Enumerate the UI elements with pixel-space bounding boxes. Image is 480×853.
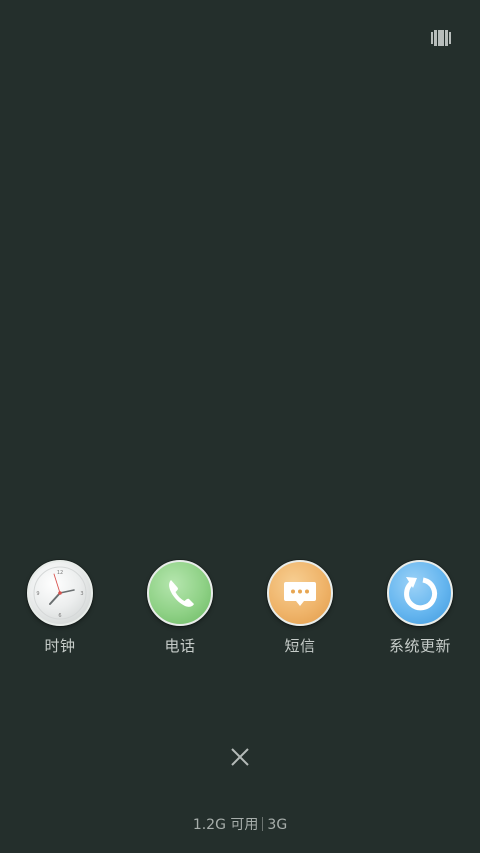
update-icon xyxy=(387,560,453,626)
clock-num-12: 12 xyxy=(57,570,63,576)
app-label-system-update: 系统更新 xyxy=(388,637,451,655)
recent-apps-icon[interactable] xyxy=(431,30,451,46)
memory-total: 3G xyxy=(267,817,288,833)
app-label-sms: 短信 xyxy=(284,637,316,655)
clock-icon: 12 3 6 9 xyxy=(27,560,93,626)
memory-divider xyxy=(262,817,264,831)
memory-status: 1.2G 可用 3G xyxy=(0,815,480,835)
memory-available: 1.2G 可用 xyxy=(192,817,259,833)
app-clock[interactable]: 12 3 6 9 时钟 xyxy=(10,560,110,660)
close-button[interactable] xyxy=(228,745,252,769)
app-phone[interactable]: 电话 xyxy=(130,560,230,660)
app-label-clock: 时钟 xyxy=(44,637,76,655)
clock-num-3: 3 xyxy=(80,591,83,597)
recent-apps-row: 12 3 6 9 时钟 电话 短信 系统更新 xyxy=(0,560,480,660)
clock-num-6: 6 xyxy=(58,613,61,619)
close-icon xyxy=(231,748,249,766)
clock-num-9: 9 xyxy=(36,591,39,597)
message-icon xyxy=(267,560,333,626)
app-label-phone: 电话 xyxy=(164,637,196,655)
app-system-update[interactable]: 系统更新 xyxy=(370,560,470,660)
phone-icon xyxy=(147,560,213,626)
recent-apps-glyph xyxy=(431,30,451,46)
app-sms[interactable]: 短信 xyxy=(250,560,350,660)
